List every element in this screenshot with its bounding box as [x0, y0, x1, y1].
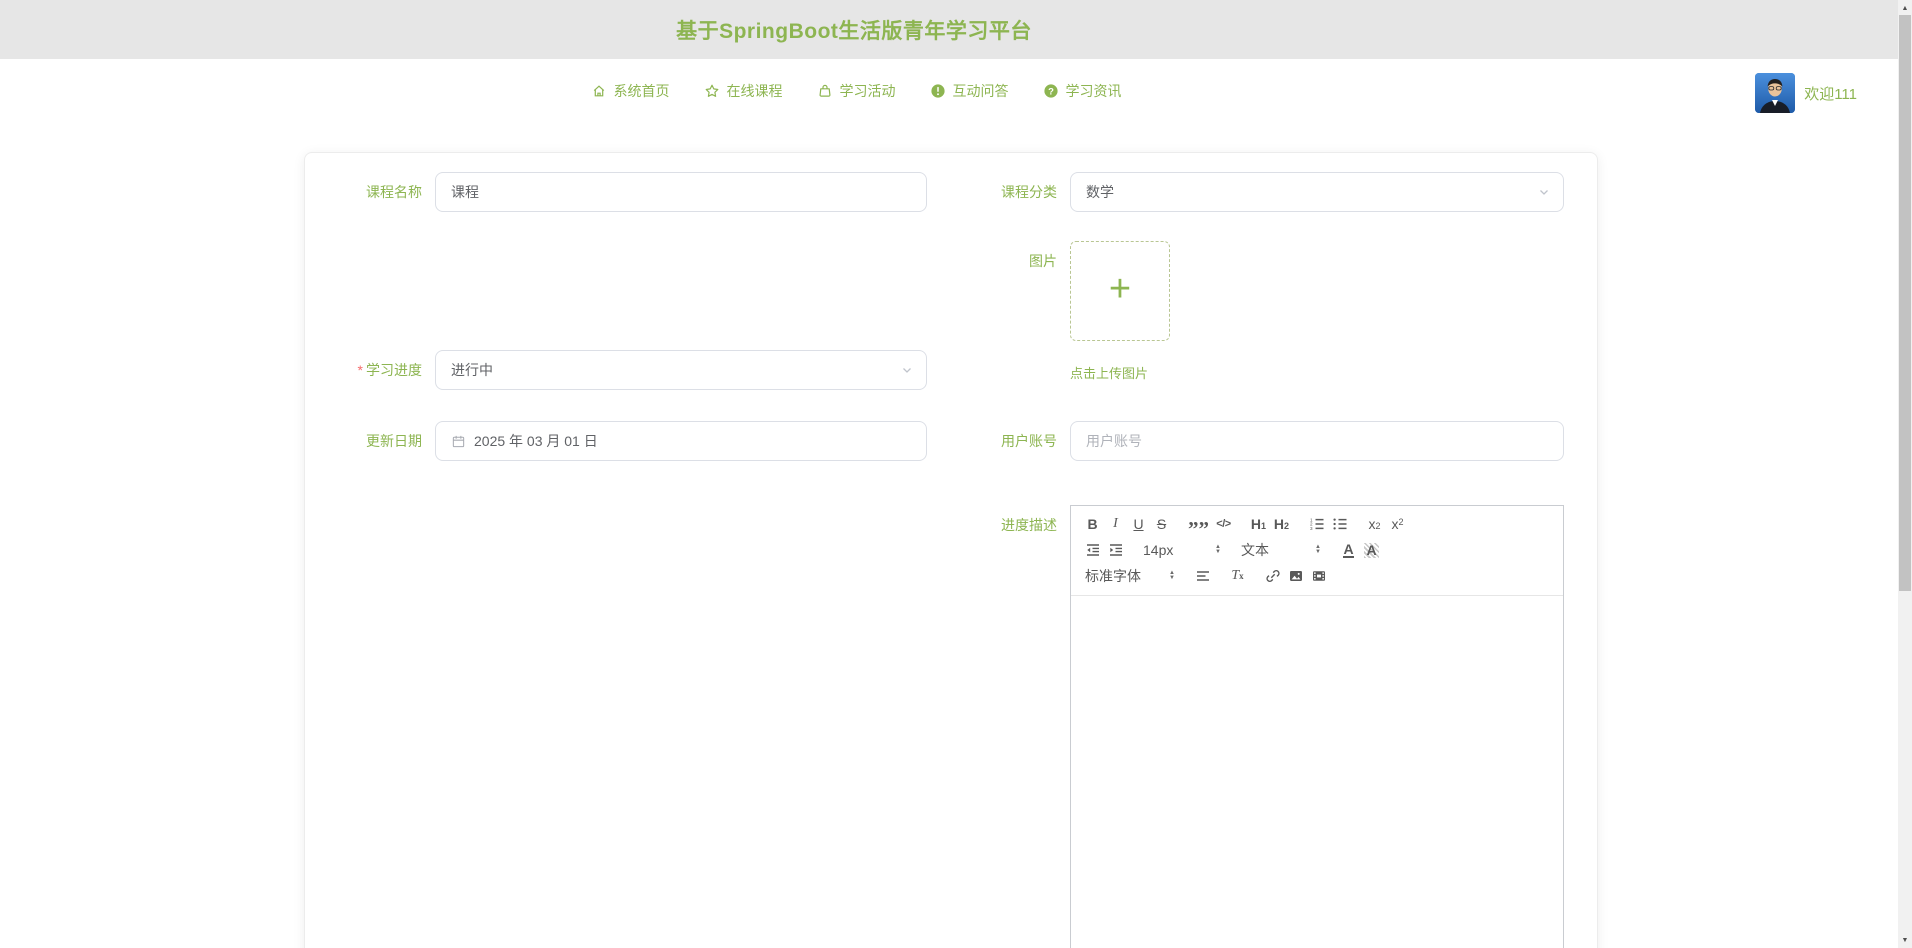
toolbar-row-3: 标准字体 ▲ ▼ Tx: [1081, 563, 1555, 589]
course-category-label: 课程分类: [1001, 184, 1057, 200]
font-family-select[interactable]: 标准字体 ▲ ▼: [1081, 564, 1179, 588]
app-header: 基于SpringBoot生活版青年学习平台: [0, 0, 1898, 59]
plus-icon: +: [1108, 268, 1132, 310]
toolbar-row-1: B I U S ”” </> H1 H2 123 x 2 x 2: [1081, 511, 1555, 540]
progress-label: * 学习进度: [357, 362, 422, 378]
svg-text:?: ?: [1048, 86, 1054, 97]
scrollbar-up-arrow[interactable]: ▲: [1898, 1, 1912, 15]
link-button[interactable]: [1261, 564, 1284, 588]
quote-button[interactable]: ””: [1185, 517, 1212, 541]
course-name-input[interactable]: [435, 172, 927, 212]
nav-item-courses[interactable]: 在线课程: [704, 81, 783, 101]
page: 基于SpringBoot生活版青年学习平台 系统首页 在线课程 学习活动 互动问…: [0, 0, 1912, 948]
nav-item-label: 互动问答: [952, 83, 1009, 99]
align-button[interactable]: [1191, 564, 1214, 588]
scrollbar-down-arrow[interactable]: ▼: [1898, 933, 1912, 947]
progress-desc-label: 进度描述: [1001, 517, 1057, 533]
page-scrollbar: ▲ ▼: [1898, 0, 1912, 948]
nav-item-label: 系统首页: [613, 83, 670, 99]
font-size-value: 14px: [1143, 542, 1174, 558]
chevron-down-icon: [900, 363, 914, 377]
course-name-row: 课程名称: [335, 172, 927, 212]
h2-button[interactable]: H2: [1270, 512, 1293, 536]
progress-value: 进行中: [451, 362, 493, 378]
font-family-value: 标准字体: [1085, 568, 1141, 584]
text-style-select[interactable]: 文本 ▲ ▼: [1237, 538, 1325, 562]
svg-text:3: 3: [1310, 526, 1313, 531]
bg-color-button[interactable]: A: [1360, 538, 1383, 562]
chevron-down-icon: [1537, 185, 1551, 199]
exclamation-circle-icon: [930, 83, 946, 99]
upload-hint: 点击上传图片: [1070, 366, 1149, 381]
subscript-button[interactable]: x2: [1363, 512, 1386, 536]
update-date-picker[interactable]: 2025 年 03 月 01 日: [435, 421, 927, 461]
insert-image-button[interactable]: [1284, 564, 1307, 588]
nav-item-news[interactable]: ? 学习资讯: [1043, 81, 1122, 101]
star-icon: [704, 83, 720, 99]
toolbar-row-2: 14px ▲ ▼ 文本 ▲ ▼ A A: [1081, 537, 1555, 563]
required-mark: *: [357, 362, 363, 378]
user-account-row: 用户账号: [935, 421, 1564, 461]
calendar-icon: [451, 434, 466, 449]
nav-item-home[interactable]: 系统首页: [591, 81, 670, 101]
underline-button[interactable]: U: [1127, 512, 1150, 536]
italic-button[interactable]: I: [1104, 512, 1127, 536]
progress-row: * 学习进度 进行中: [335, 350, 927, 390]
nav-item-label: 在线课程: [726, 83, 783, 99]
update-date-label: 更新日期: [366, 433, 422, 449]
indent-button[interactable]: [1104, 538, 1127, 562]
clear-format-button[interactable]: Tx: [1226, 564, 1249, 588]
user-box: 欢迎111: [1755, 73, 1857, 113]
strikethrough-button[interactable]: S: [1150, 512, 1173, 536]
bag-icon: [817, 83, 833, 99]
nav-item-activities[interactable]: 学习活动: [817, 81, 896, 101]
rich-text-editor: B I U S ”” </> H1 H2 123 x 2 x 2 14px ▲ …: [1070, 505, 1564, 948]
avatar[interactable]: [1755, 73, 1796, 113]
outdent-button[interactable]: [1081, 538, 1104, 562]
course-category-value: 数学: [1086, 184, 1114, 200]
editor-toolbar: B I U S ”” </> H1 H2 123 x 2 x 2 14px ▲ …: [1071, 506, 1563, 596]
bold-button[interactable]: B: [1081, 512, 1104, 536]
superscript-button[interactable]: x2: [1386, 512, 1409, 536]
home-icon: [591, 83, 607, 99]
editor-content[interactable]: [1071, 596, 1563, 948]
code-button[interactable]: </>: [1212, 512, 1235, 536]
ordered-list-button[interactable]: 123: [1305, 512, 1328, 536]
question-circle-icon: ?: [1043, 83, 1059, 99]
update-date-value: 2025 年 03 月 01 日: [474, 433, 598, 449]
nav-item-label: 学习活动: [839, 83, 896, 99]
nav-item-qa[interactable]: 互动问答: [930, 81, 1009, 101]
progress-select[interactable]: 进行中: [435, 350, 927, 390]
updown-arrows-icon: ▲ ▼: [1215, 544, 1221, 555]
insert-video-button[interactable]: [1307, 564, 1330, 588]
update-date-row: 更新日期 2025 年 03 月 01 日: [335, 421, 927, 461]
font-color-button[interactable]: A: [1337, 538, 1360, 562]
course-name-label: 课程名称: [366, 184, 422, 200]
font-size-select[interactable]: 14px ▲ ▼: [1139, 538, 1225, 562]
h1-button[interactable]: H1: [1247, 512, 1270, 536]
welcome-text: 欢迎111: [1804, 85, 1857, 103]
app-title: 基于SpringBoot生活版青年学习平台: [676, 19, 1032, 43]
updown-arrows-icon: ▲ ▼: [1315, 544, 1321, 555]
image-label: 图片: [1029, 253, 1057, 269]
course-category-row: 课程分类 数学: [935, 172, 1564, 212]
form-card: 课程名称 课程分类 数学 图片 + 点击上传图片 *学习进度: [304, 152, 1598, 948]
image-upload-box[interactable]: +: [1070, 241, 1170, 341]
nav-item-label: 学习资讯: [1065, 83, 1122, 99]
main-nav: 系统首页 在线课程 学习活动 互动问答 ? 学习资讯: [0, 59, 1712, 123]
scrollbar-thumb[interactable]: [1899, 15, 1911, 591]
image-upload-row: 图片 + 点击上传图片: [935, 241, 1170, 382]
user-account-input[interactable]: [1070, 421, 1564, 461]
user-account-label: 用户账号: [1001, 433, 1057, 449]
text-style-value: 文本: [1241, 542, 1269, 558]
progress-desc-row: 进度描述 B I U S ”” </> H1 H2 1 2 3 x 2 x 2 …: [935, 505, 1564, 948]
updown-arrows-icon: ▲ ▼: [1169, 570, 1175, 581]
unordered-list-button[interactable]: [1328, 512, 1351, 536]
course-category-select[interactable]: 数学: [1070, 172, 1564, 212]
